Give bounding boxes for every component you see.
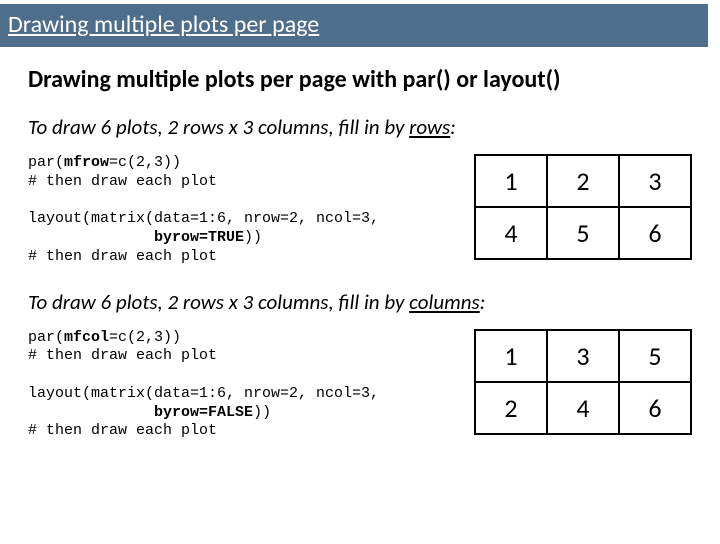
instr-text: To draw 6 plots, 2 rows x 3 columns, fil… bbox=[28, 289, 409, 315]
table-row: 1 2 3 bbox=[475, 155, 691, 207]
grid-cell: 1 bbox=[475, 155, 547, 207]
instruction-rows: To draw 6 plots, 2 rows x 3 columns, fil… bbox=[28, 114, 692, 140]
code-bold: byrow=TRUE bbox=[154, 229, 244, 246]
grid-cell: 4 bbox=[475, 207, 547, 259]
grid-cell: 3 bbox=[547, 330, 619, 382]
instruction-cols: To draw 6 plots, 2 rows x 3 columns, fil… bbox=[28, 289, 692, 315]
grid-cell: 6 bbox=[619, 382, 691, 434]
row-section-1: par(mfrow=c(2,3)) # then draw each plot … bbox=[28, 154, 692, 267]
table-row: 1 3 5 bbox=[475, 330, 691, 382]
code-block-cols: par(mfcol=c(2,3)) # then draw each plot … bbox=[28, 329, 456, 442]
grid-bycol: 1 3 5 2 4 6 bbox=[474, 329, 692, 435]
code-text: par( bbox=[28, 154, 64, 171]
grid-cell: 2 bbox=[475, 382, 547, 434]
grid-cell: 1 bbox=[475, 330, 547, 382]
code-bold: mfcol bbox=[64, 329, 109, 346]
grid-byrow: 1 2 3 4 5 6 bbox=[474, 154, 692, 260]
slide-content: Drawing multiple plots per page with par… bbox=[0, 47, 720, 441]
table-row: 2 4 6 bbox=[475, 382, 691, 434]
row-section-2: par(mfcol=c(2,3)) # then draw each plot … bbox=[28, 329, 692, 442]
instr-colon: : bbox=[450, 114, 456, 140]
instr-colon: : bbox=[480, 289, 486, 315]
grid-cell: 2 bbox=[547, 155, 619, 207]
grid-cell: 5 bbox=[619, 330, 691, 382]
grid-cell: 5 bbox=[547, 207, 619, 259]
code-bold: byrow=FALSE bbox=[154, 404, 253, 421]
main-heading: Drawing multiple plots per page with par… bbox=[28, 65, 692, 94]
instr-underline: columns bbox=[409, 289, 480, 315]
code-text: par( bbox=[28, 329, 64, 346]
grid-cell: 6 bbox=[619, 207, 691, 259]
code-bold: mfrow bbox=[64, 154, 109, 171]
grid-cell: 4 bbox=[547, 382, 619, 434]
instr-text: To draw 6 plots, 2 rows x 3 columns, fil… bbox=[28, 114, 409, 140]
instr-underline: rows bbox=[409, 114, 450, 140]
code-block-rows: par(mfrow=c(2,3)) # then draw each plot … bbox=[28, 154, 456, 267]
grid-cell: 3 bbox=[619, 155, 691, 207]
slide-title: Drawing multiple plots per page bbox=[0, 4, 708, 47]
table-row: 4 5 6 bbox=[475, 207, 691, 259]
